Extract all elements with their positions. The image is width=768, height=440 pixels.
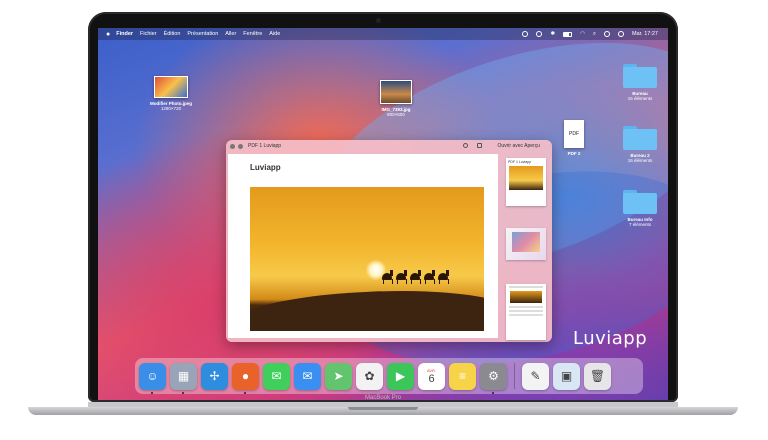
photo-thumbnail	[154, 76, 188, 98]
page-thumbnail[interactable]: PDF 1 Luviapp	[506, 158, 546, 206]
fullscreen-icon[interactable]	[238, 143, 243, 149]
wifi-icon[interactable]: ◠	[580, 31, 585, 37]
desert-photo	[250, 187, 484, 331]
page-heading: Luviapp	[250, 163, 281, 172]
dock-app-aper-u-icon[interactable]: ▣	[553, 362, 580, 390]
dock-glyph: ✿	[364, 369, 375, 383]
menu-fenetre[interactable]: Fenêtre	[243, 31, 262, 37]
desktop-folder-bureau[interactable]: Bureau 16 éléments	[618, 64, 662, 101]
search-icon[interactable]: ⌕	[593, 31, 596, 38]
thumbnail-label: PDF 1 Luviapp	[508, 160, 532, 164]
page-thumbnail[interactable]	[506, 284, 546, 340]
dock-app-messages-icon[interactable]: ✉	[263, 362, 290, 390]
dock-app-finder-icon[interactable]: ☺	[139, 362, 166, 394]
menu-aller[interactable]: Aller	[225, 31, 236, 37]
control-center-icon[interactable]	[604, 31, 610, 37]
dock-app-photos-icon[interactable]: ✿	[356, 362, 383, 390]
file-meta: 800×600	[387, 112, 405, 117]
menu-aide[interactable]: Aide	[269, 31, 280, 37]
dock-app-safari-icon[interactable]: ✢	[201, 362, 228, 390]
open-with-preview-button[interactable]: Ouvrir avec Aperçu	[497, 143, 540, 149]
dock-glyph: ▶	[395, 369, 406, 383]
running-indicator	[182, 391, 184, 394]
dock-glyph: ✎	[530, 369, 541, 383]
running-indicator	[244, 391, 246, 394]
pdf-thumbnail: PDF	[564, 120, 584, 148]
dock-glyph: ⚙	[488, 369, 499, 383]
dock-app-corbeille-icon[interactable]: 🗑	[584, 362, 611, 390]
camera	[376, 18, 381, 23]
menu-fichier[interactable]: Fichier	[140, 31, 157, 37]
folder-meta: 16 éléments	[627, 158, 653, 163]
file-meta: 1280×720	[160, 106, 182, 111]
desktop-folder-bureau-2[interactable]: Bureau 2 16 éléments	[618, 126, 662, 163]
apple-menu-icon[interactable]: ●	[106, 31, 110, 38]
dock-app-launchpad-icon[interactable]: ▦	[170, 362, 197, 394]
dock-app-calendrier-icon[interactable]: AVR. 6	[418, 362, 445, 390]
battery-icon[interactable]	[563, 31, 573, 37]
dock-app-pr-f-rences-icon[interactable]: ⚙	[480, 362, 507, 394]
folder-meta: 7 éléments	[628, 222, 651, 227]
dock-app-textedit-icon[interactable]: ✎	[522, 362, 549, 390]
dock-glyph: ≡	[458, 369, 466, 383]
dock-glyph: ✉	[302, 369, 313, 383]
status-icon[interactable]	[536, 31, 543, 37]
macbook-label: MacBook Pro	[364, 395, 401, 401]
file-name: PDF 2	[567, 151, 581, 156]
laptop: ● Finder Fichier Édition Présentation Al…	[28, 12, 738, 415]
folder-icon	[623, 64, 657, 88]
dock-app-firefox-icon[interactable]: ●	[232, 362, 259, 394]
clock[interactable]: Mar. 17:27	[632, 31, 658, 37]
desktop-file-photo[interactable]: Modifier Photo.jpeg 1280×720	[140, 76, 202, 111]
status-icon[interactable]	[522, 31, 529, 37]
menu-presentation[interactable]: Présentation	[187, 31, 218, 37]
dock-glyph: ☺	[146, 369, 159, 383]
quicklook-title: PDF 1 Luviapp	[248, 143, 282, 149]
page-thumbnail[interactable]	[506, 228, 546, 260]
dock-separator	[514, 363, 515, 389]
siri-icon[interactable]	[618, 31, 624, 37]
dock-glyph: ✉	[271, 369, 282, 383]
folder-icon	[623, 126, 657, 150]
bezel: ● Finder Fichier Édition Présentation Al…	[88, 12, 678, 402]
luviapp-watermark: Luviapp	[573, 328, 648, 349]
dock-app-mail-icon[interactable]: ✉	[294, 362, 321, 390]
pdf-page: Luviapp	[228, 154, 498, 338]
folder-meta: 16 éléments	[627, 96, 653, 101]
dock-glyph: ✢	[209, 369, 220, 383]
dock: ☺ ▦ ✢ ● ✉ ✉ ➤ ✿ ▶ AVR. 6 ≡ ⚙ ✎ ▣ 🗑	[135, 358, 643, 394]
desktop-file-pdf2[interactable]: PDF PDF 2	[560, 120, 588, 156]
dock-glyph: 6	[428, 372, 435, 385]
menu-finder[interactable]: Finder	[116, 31, 133, 37]
running-indicator	[492, 391, 494, 394]
folder-icon	[623, 190, 657, 214]
desktop-file-img[interactable]: IMG_7393.jpg 800×600	[366, 80, 426, 117]
markup-icon[interactable]	[463, 143, 468, 148]
image-thumbnail	[380, 80, 412, 104]
running-indicator	[151, 391, 153, 394]
status-area: ✱ ◠ ⌕ Mar. 17:27	[522, 28, 658, 40]
menu-edition[interactable]: Édition	[164, 31, 181, 37]
desktop-screen: ● Finder Fichier Édition Présentation Al…	[98, 28, 668, 400]
dock-glyph: 🗑	[589, 369, 606, 383]
close-icon[interactable]	[230, 143, 235, 149]
share-icon[interactable]	[477, 143, 482, 148]
dock-app-notes-icon[interactable]: ≡	[449, 362, 476, 390]
dock-glyph: ➤	[333, 369, 344, 383]
dock-glyph: ▦	[177, 369, 190, 383]
bluetooth-icon[interactable]: ✱	[550, 31, 555, 37]
quicklook-titlebar: PDF 1 Luviapp Ouvrir avec Aperçu	[226, 140, 552, 152]
menu-bar: ● Finder Fichier Édition Présentation Al…	[98, 28, 668, 40]
dock-app-plans-icon[interactable]: ➤	[325, 362, 352, 390]
quicklook-window: PDF 1 Luviapp Ouvrir avec Aperçu Luviapp	[226, 140, 552, 342]
dock-glyph: ●	[241, 369, 250, 383]
dock-app-facetime-icon[interactable]: ▶	[387, 362, 414, 390]
desktop-folder-bureau-info[interactable]: Bureau Info 7 éléments	[618, 190, 662, 227]
dock-glyph: ▣	[560, 369, 573, 383]
page-thumbnails: PDF 1 Luviapp	[502, 154, 550, 340]
